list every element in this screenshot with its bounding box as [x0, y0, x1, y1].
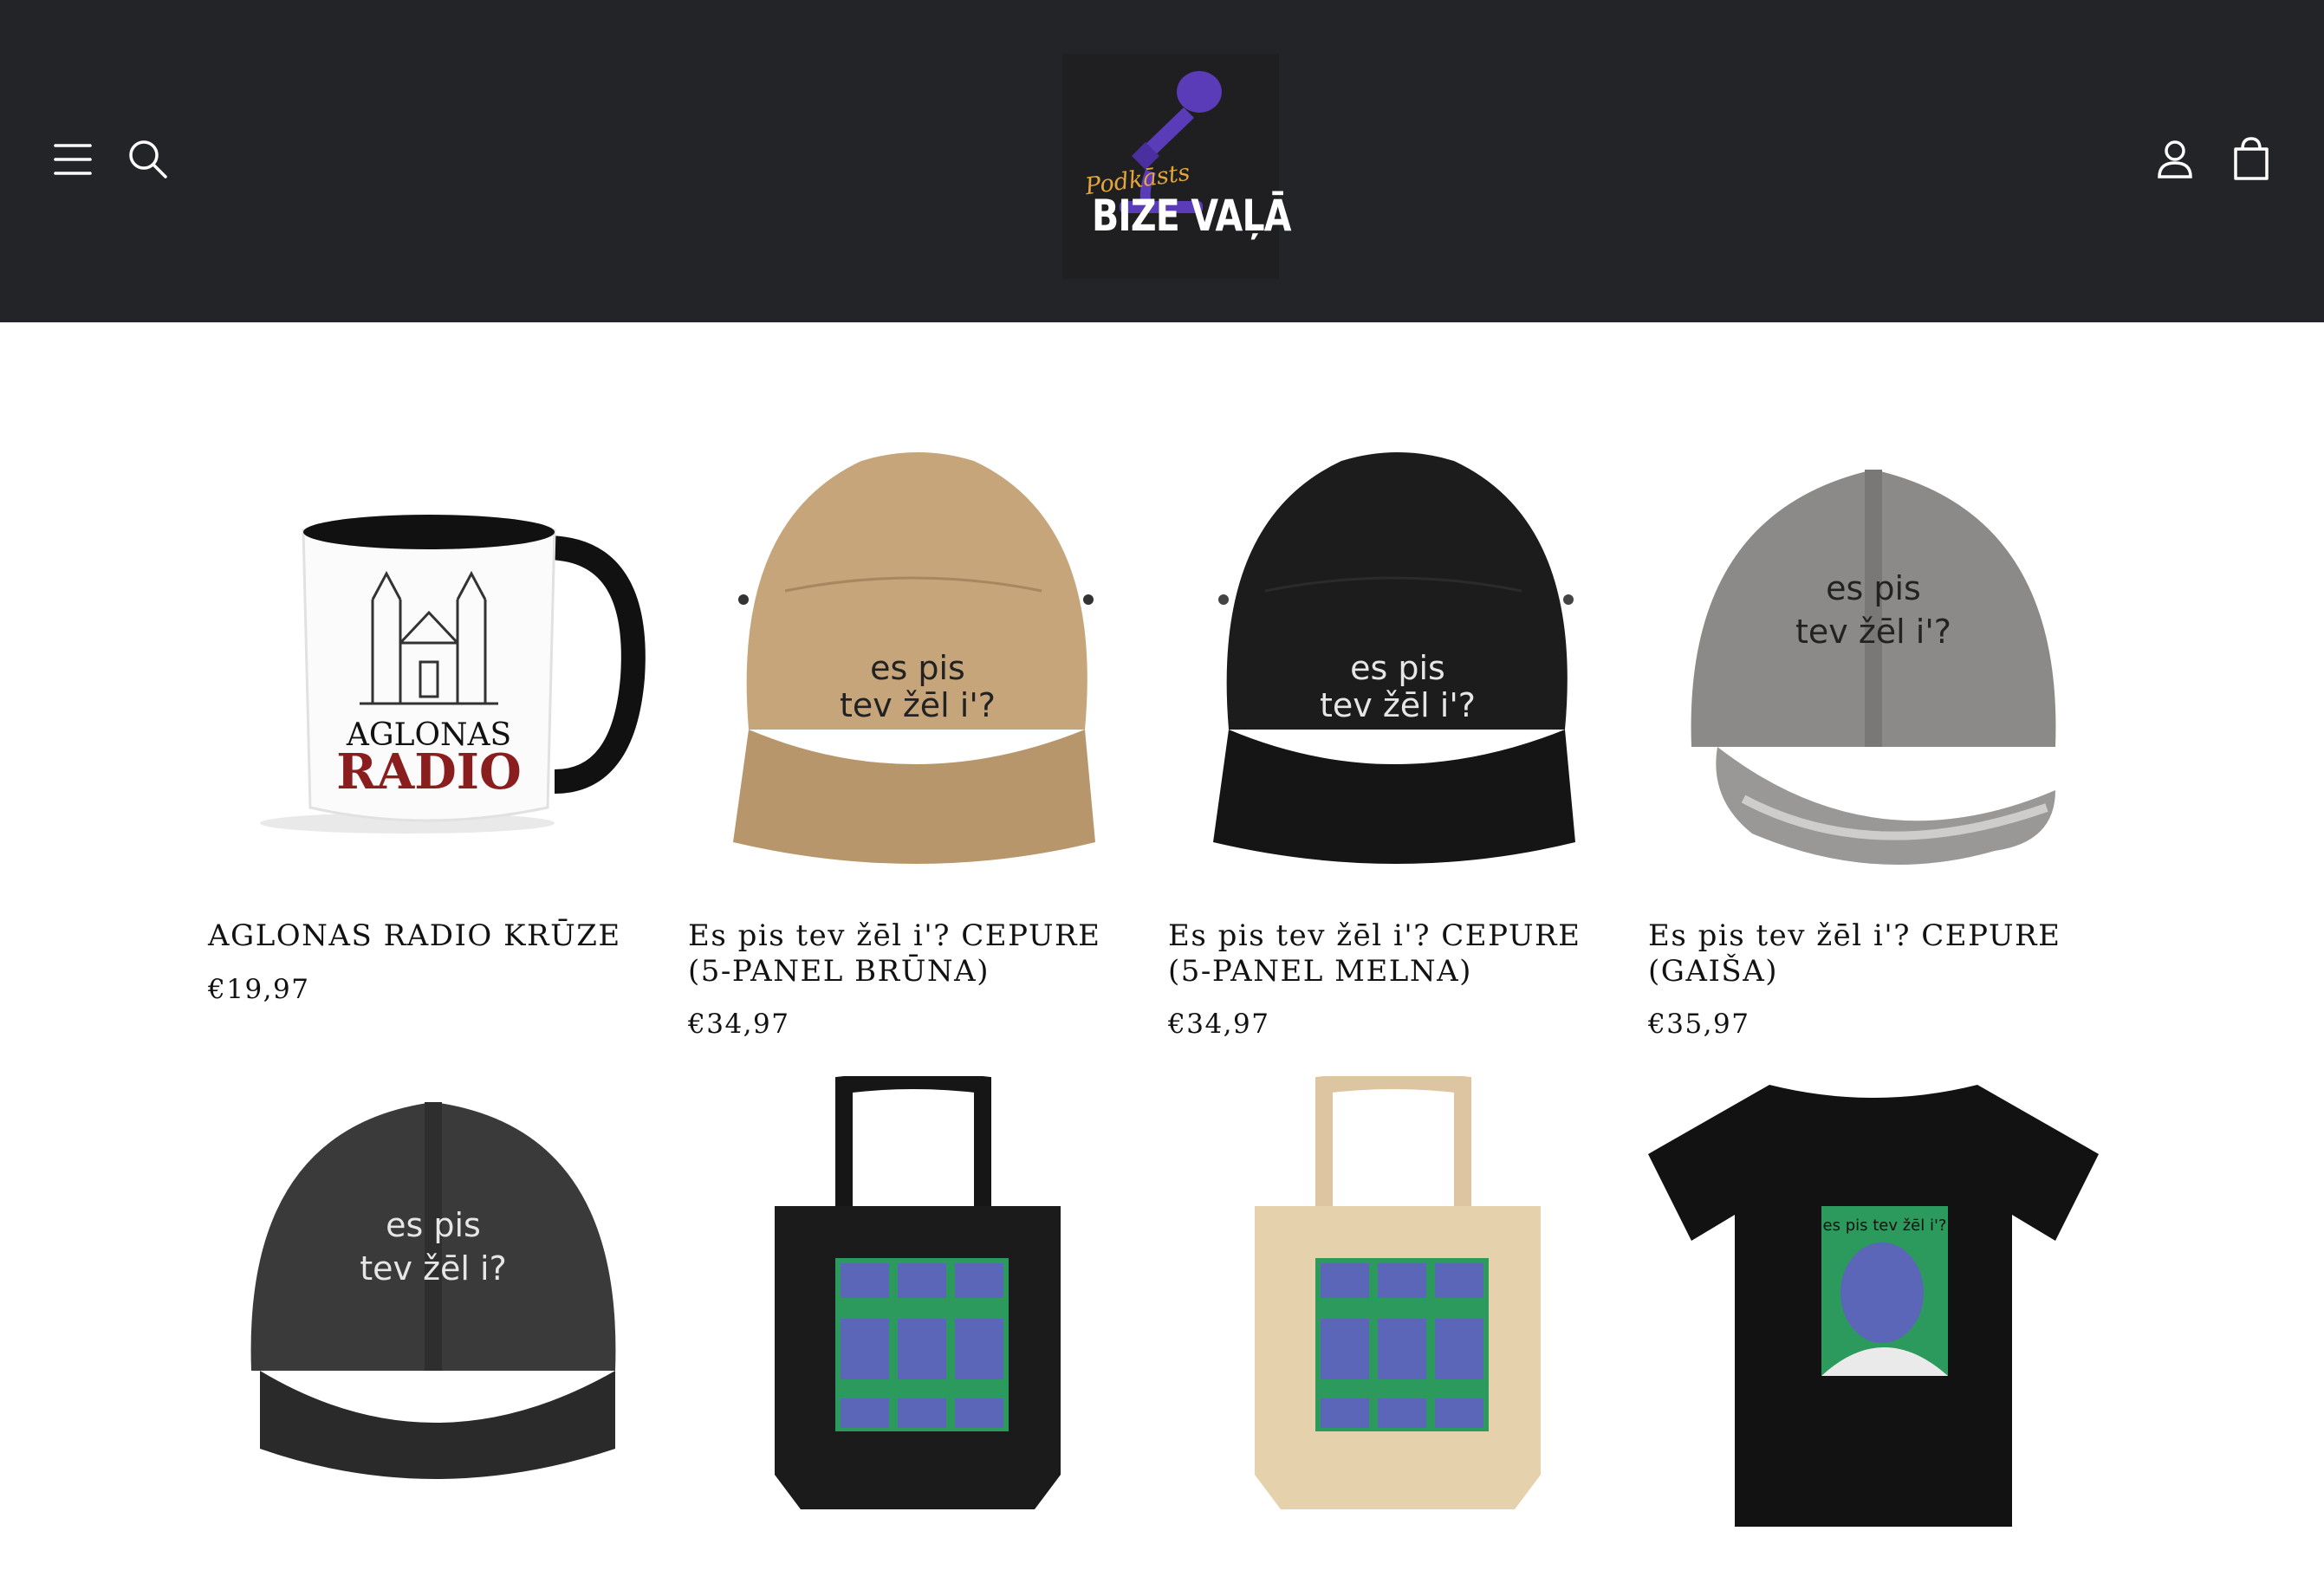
- product-image-tan-cap[interactable]: es pis tev žēl i'?: [688, 435, 1139, 886]
- product-price: €35,97: [1648, 1009, 1750, 1040]
- product-image-mug[interactable]: AGLONAS RADIO: [208, 435, 659, 886]
- cap-print-line2: tev žēl i'?: [1795, 613, 1951, 651]
- cap-print-line2: tev žēl i?: [360, 1249, 507, 1288]
- cap-print-line2: tev žēl i'?: [840, 686, 996, 724]
- mug-print-line2: RADIO: [336, 743, 522, 801]
- product-title[interactable]: AGLONAS RADIO KRŪZE: [208, 918, 659, 954]
- product-title[interactable]: Es pis tev žēl i'? CEPURE (5-PANEL BRŪNA…: [688, 918, 1139, 989]
- product-image-dark-cap[interactable]: es pis tev žēl i?: [208, 1076, 659, 1527]
- product-grid: AGLONAS RADIO AGLONAS RADIO KRŪZE €19,97…: [0, 322, 2324, 1570]
- product-title[interactable]: Es pis tev žēl i'? CEPURE (5-PANEL MELNA…: [1168, 918, 1619, 989]
- cap-print-line1: es pis: [1350, 649, 1445, 687]
- product-image-black-tote[interactable]: [688, 1076, 1139, 1527]
- site-header: Podkāsts BIZE VAĻĀ: [0, 0, 2324, 322]
- cap-print-line1: es pis: [386, 1206, 481, 1244]
- menu-icon[interactable]: [45, 132, 101, 187]
- product-image-grey-cap[interactable]: es pis tev žēl i'?: [1648, 435, 2099, 886]
- logo-title: BIZE VAĻĀ: [1092, 191, 1291, 241]
- product-price: €34,97: [688, 1009, 790, 1040]
- account-icon[interactable]: [2147, 132, 2203, 187]
- product-price: €34,97: [1168, 1009, 1270, 1040]
- product-image-natural-tote[interactable]: [1168, 1076, 1619, 1527]
- product-image-black-tshirt[interactable]: es pis tev žēl i'?: [1648, 1076, 2099, 1527]
- product-price: €19,97: [208, 974, 310, 1005]
- product-title[interactable]: Es pis tev žēl i'? CEPURE (GAIŠA): [1648, 918, 2099, 989]
- search-icon[interactable]: [120, 132, 176, 187]
- store-logo[interactable]: Podkāsts BIZE VAĻĀ: [1062, 54, 1291, 279]
- tshirt-print-caption: es pis tev žēl i'?: [1823, 1216, 1947, 1235]
- product-image-black-cap[interactable]: es pis tev žēl i'?: [1168, 435, 1619, 886]
- cap-print-line2: tev žēl i'?: [1320, 686, 1476, 724]
- cart-icon[interactable]: [2223, 132, 2279, 187]
- cap-print-line1: es pis: [1826, 569, 1921, 607]
- cap-print-line1: es pis: [870, 649, 965, 687]
